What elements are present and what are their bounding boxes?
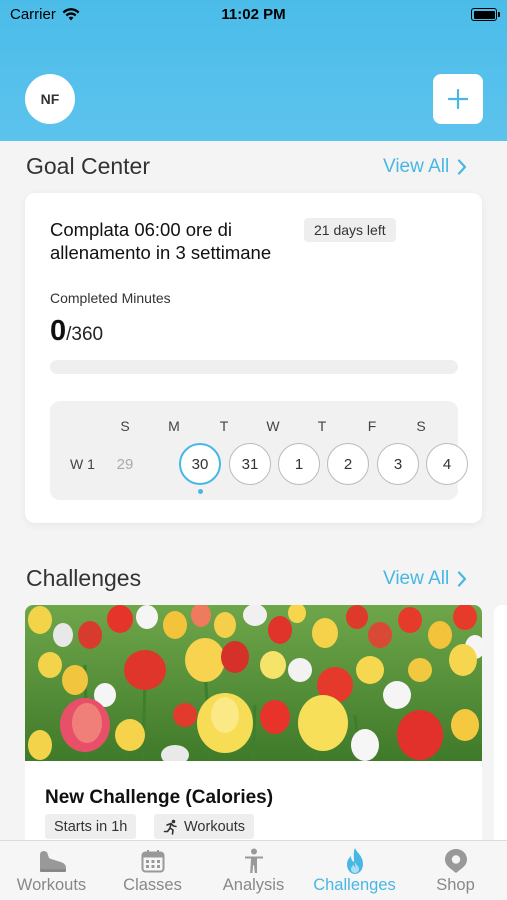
calendar-date[interactable]: 4 [426,443,468,485]
completed-minutes-label: Completed Minutes [50,290,171,306]
challenges-view-all-link[interactable]: View All [383,568,467,590]
tab-label: Workouts [16,876,87,894]
week-calendar: W 1 S M T W T F S 29 30 31 1 2 3 4 [50,401,468,500]
calendar-week-label: W 1 [70,456,95,472]
calendar-date[interactable]: 3 [377,443,419,485]
calendar-day-label: M [168,418,180,434]
shop-pin-icon [444,849,467,873]
view-all-label: View All [383,568,450,589]
challenge-start-chip: Starts in 1h [45,814,137,839]
days-left-badge: 21 days left [304,218,396,242]
chevron-right-icon [458,159,467,175]
avatar[interactable]: NF [25,74,75,124]
goal-title: Complata 06:00 ore di allenamento in 3 s… [50,219,272,263]
goal-center-title: Goal Center [26,153,151,179]
calendar-date[interactable]: 1 [278,443,320,485]
tab-label: Challenges [313,876,396,894]
shoe-icon [39,851,66,872]
calendar-day-label: T [219,418,229,434]
completed-minutes-value: 0 [50,315,67,347]
challenge-title: New Challenge (Calories) [45,787,274,808]
calendar-day-label: S [120,418,130,434]
calendar-date[interactable]: 2 [327,443,369,485]
completed-minutes-total: /360 [66,324,104,345]
challenge-cover-image [25,605,482,761]
tab-shop[interactable]: Shop [405,841,506,900]
tab-challenges[interactable]: Challenges [304,841,405,900]
calendar-date-today[interactable]: 30 [179,443,221,485]
challenge-type-label: Workouts [184,818,245,835]
calendar-day-label: W [266,418,280,434]
next-challenge-card-peek[interactable] [494,605,507,845]
calendar-day-label: T [317,418,327,434]
flame-icon [346,848,363,874]
tab-label: Shop [436,876,475,894]
tab-bar: Workouts Classes Analysis Challenges Sho… [0,840,507,900]
plus-icon [448,89,468,109]
tab-label: Classes [123,876,182,894]
battery-icon [471,8,500,21]
calendar-day-label: F [367,418,377,434]
status-time: 11:02 PM [221,6,286,23]
person-icon [244,848,263,873]
tab-label: Analysis [222,876,285,894]
tab-workouts[interactable]: Workouts [1,841,102,900]
calendar-date[interactable]: 31 [229,443,271,485]
challenge-card[interactable]: New Challenge (Calories) Starts in 1h Wo… [25,605,482,845]
tab-analysis[interactable]: Analysis [203,841,304,900]
calendar-date[interactable]: 29 [104,443,146,485]
completed-minutes: 0 /360 [50,315,103,348]
goal-progress-bar [50,360,458,374]
status-bar: Carrier 11:02 PM [0,0,507,30]
calendar-day-label: S [416,418,426,434]
calendar-icon [141,850,164,873]
challenge-type-chip: Workouts [154,814,254,839]
today-indicator-dot [198,489,203,494]
running-person-icon [163,819,177,835]
tab-classes[interactable]: Classes [102,841,203,900]
goal-center-view-all-link[interactable]: View All [383,156,467,178]
goal-card[interactable]: Complata 06:00 ore di allenamento in 3 s… [25,193,482,523]
view-all-label: View All [383,156,450,177]
add-button[interactable] [433,74,483,124]
challenges-title: Challenges [26,565,142,591]
app-header: Carrier 11:02 PM NF [0,0,507,141]
chevron-right-icon [458,571,467,587]
